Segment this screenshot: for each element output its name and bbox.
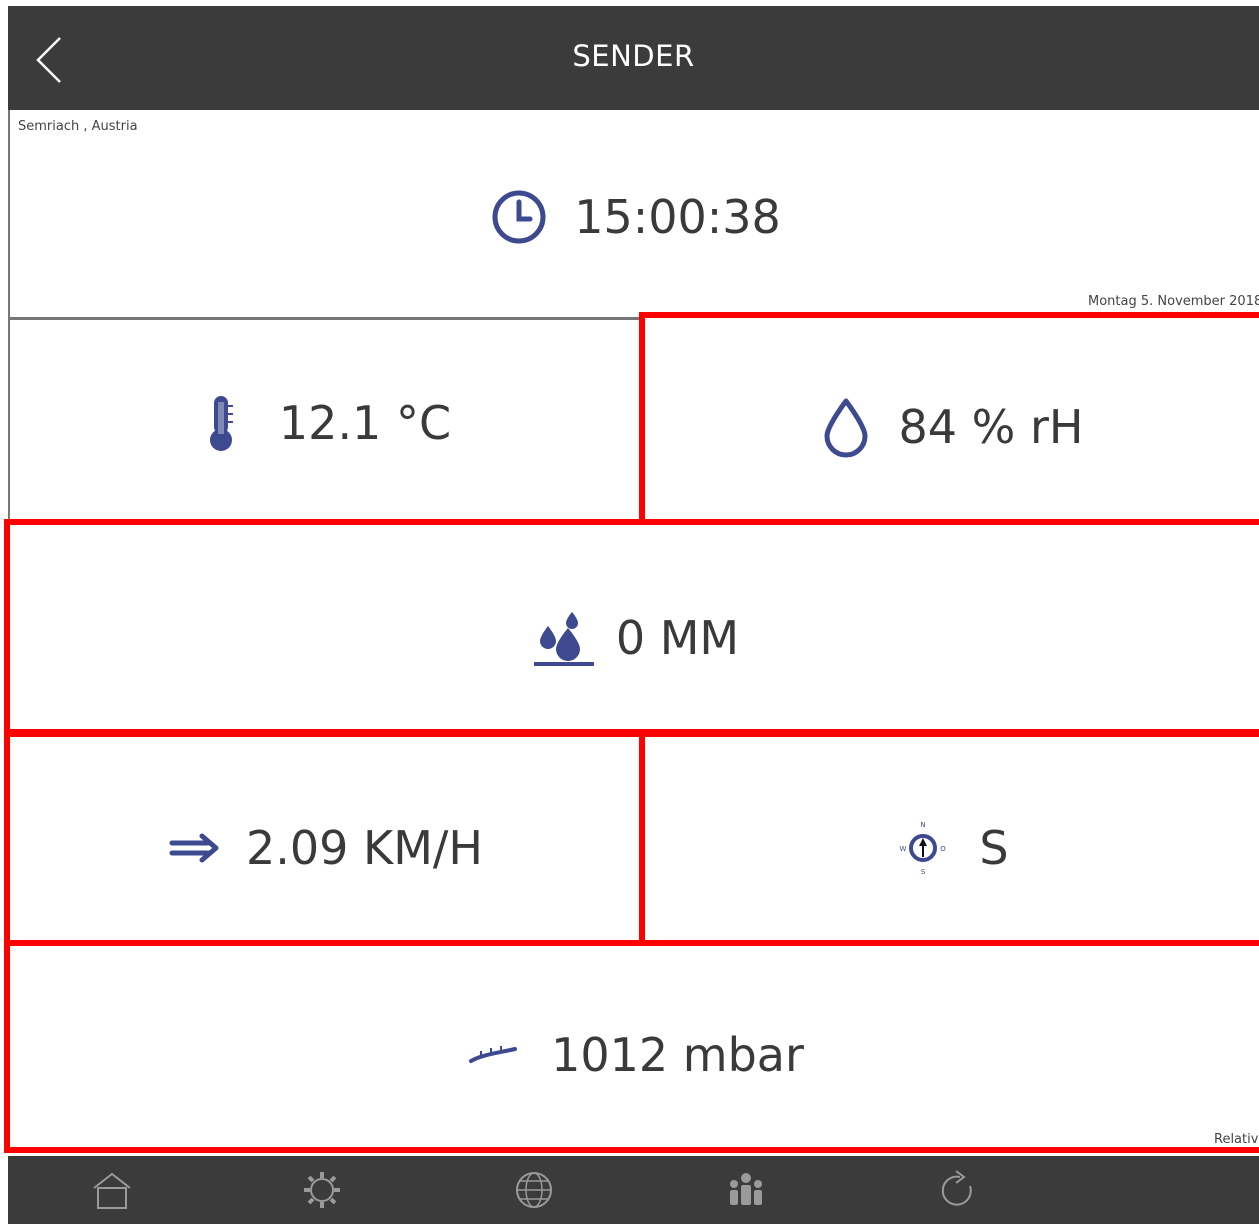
time-panel: Semriach , Austria 15:00:38 Montag 5. No… <box>8 110 1259 319</box>
barometer-icon <box>469 1046 518 1063</box>
location-label: Semriach , Austria <box>18 119 138 134</box>
refresh-icon[interactable] <box>934 1166 982 1214</box>
globe-icon[interactable] <box>510 1166 558 1214</box>
page-title: SENDER <box>572 39 695 73</box>
temperature-panel: 12.1 °C <box>8 317 642 523</box>
rain-panel: 0 MM <box>4 519 1259 735</box>
temperature-value: 12.1 °C <box>278 396 452 450</box>
svg-text:S: S <box>921 868 926 876</box>
people-icon[interactable] <box>722 1166 770 1214</box>
home-icon[interactable] <box>88 1166 136 1214</box>
time-value: 15:00:38 <box>574 190 781 244</box>
compass-icon: N S W O <box>900 821 947 876</box>
svg-text:N: N <box>921 821 926 829</box>
pressure-panel: 1012 mbar Relative <box>4 940 1259 1153</box>
droplet-icon <box>824 398 867 458</box>
rain-value: 0 MM <box>615 611 740 665</box>
svg-text:O: O <box>941 845 947 853</box>
wind-speed-panel: 2.09 KM/H <box>4 731 647 946</box>
date-label: Montag 5. November 2018 <box>1088 294 1259 309</box>
header-bar: SENDER <box>8 6 1259 110</box>
gear-icon[interactable] <box>298 1166 346 1214</box>
wind-direction-panel: N S W O S <box>639 731 1259 946</box>
svg-text:W: W <box>900 845 907 853</box>
bottom-nav <box>8 1156 1259 1224</box>
humidity-value: 84 % rH <box>898 400 1084 454</box>
thermometer-icon <box>209 396 233 451</box>
pressure-note: Relative <box>1214 1132 1259 1147</box>
wind-icon <box>169 833 219 863</box>
pressure-value: 1012 mbar <box>551 1028 804 1082</box>
clock-icon <box>492 190 546 244</box>
rain-icon <box>533 612 594 666</box>
wind-direction-value: S <box>979 821 1009 875</box>
wind-speed-value: 2.09 KM/H <box>246 821 483 875</box>
humidity-panel: 84 % rH <box>639 312 1259 525</box>
